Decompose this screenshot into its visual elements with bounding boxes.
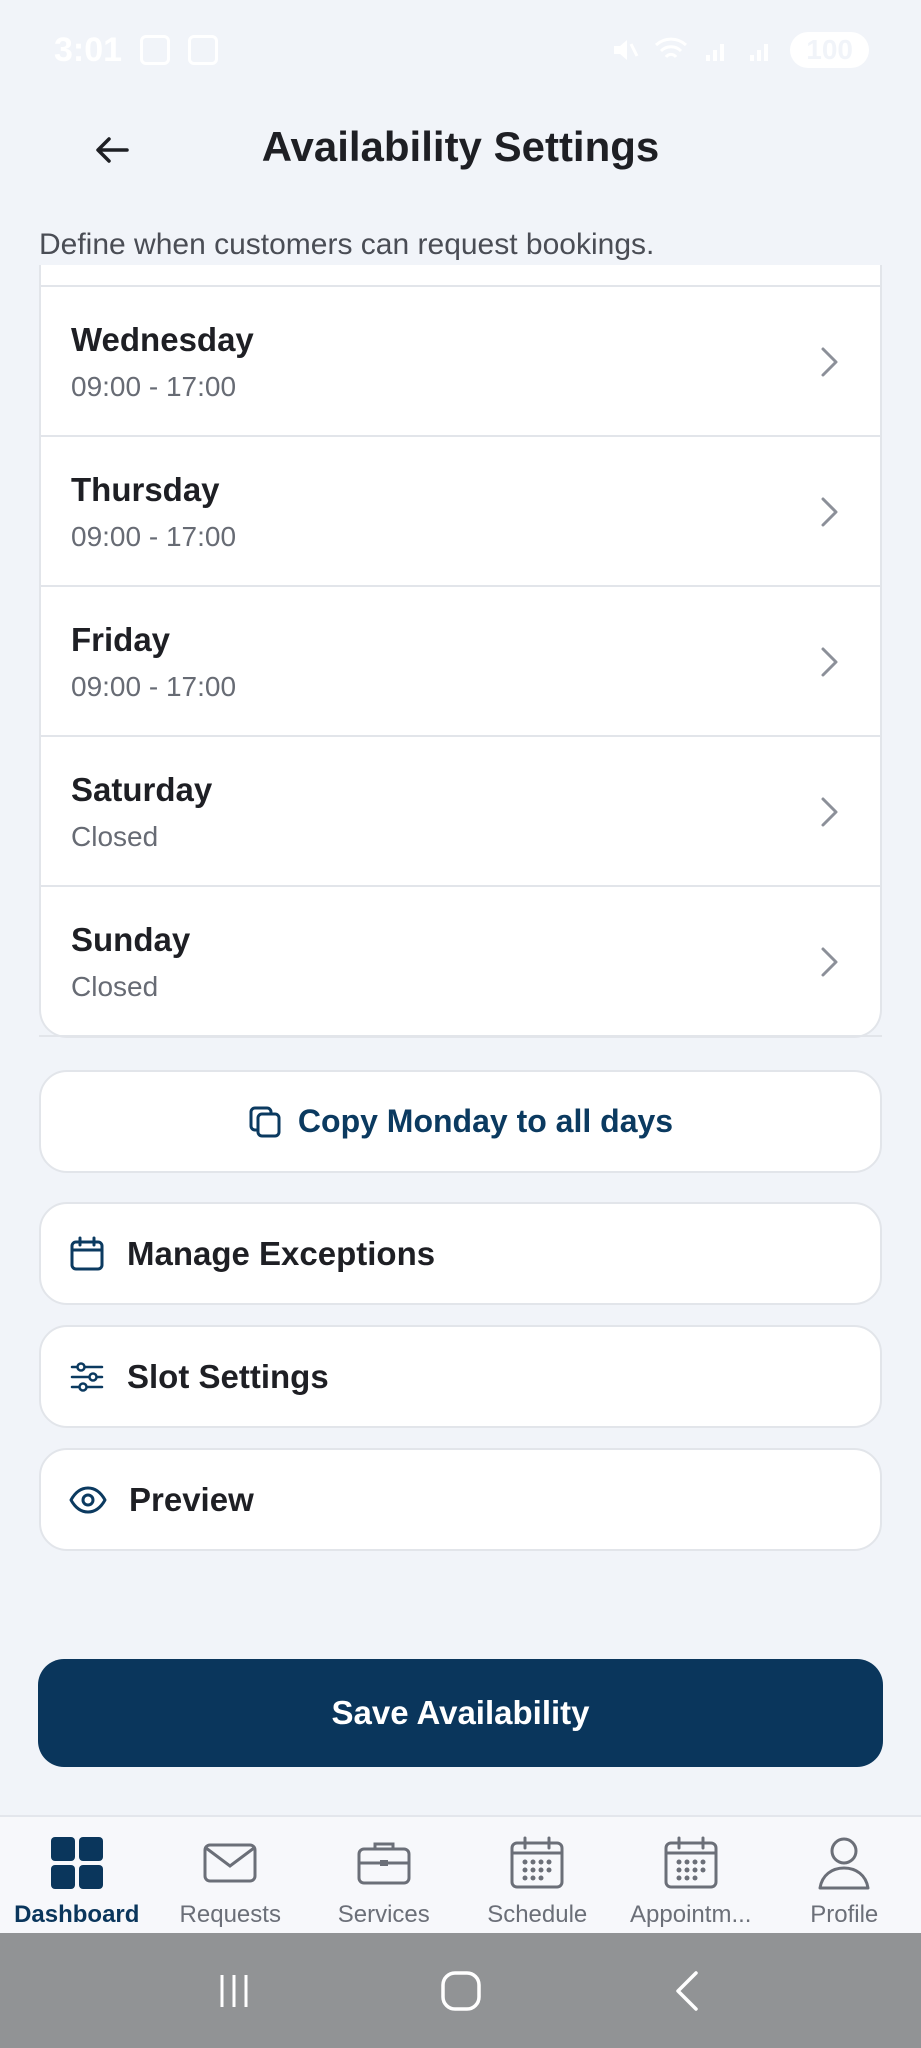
chevron-right-icon <box>821 647 838 677</box>
list-divider <box>39 1035 882 1037</box>
sliders-icon <box>70 1361 104 1392</box>
chevron-right-icon <box>821 347 838 377</box>
nav-requests[interactable]: Requests <box>154 1817 308 1933</box>
nav-label: Profile <box>810 1901 879 1928</box>
day-hours: 09:00 - 17:00 <box>71 671 237 702</box>
day-row-sunday[interactable]: Sunday Closed <box>41 885 880 1035</box>
status-left: 3:01 <box>54 30 219 70</box>
nav-label: Services <box>337 1901 430 1928</box>
day-row-thursday[interactable]: Thursday 09:00 - 17:00 <box>41 435 880 585</box>
recent-apps-button[interactable] <box>204 1961 264 2021</box>
dashboard-icon <box>49 1835 105 1891</box>
day-name: Thursday <box>71 471 220 508</box>
day-list: Wednesday 09:00 - 17:00 Thursday 09:00 -… <box>39 265 882 1038</box>
eye-icon <box>69 1486 107 1513</box>
nav-appointments[interactable]: Appointm... <box>614 1817 768 1933</box>
copy-monday-button[interactable]: Copy Monday to all days <box>39 1070 882 1173</box>
slot-settings-button[interactable]: Slot Settings <box>39 1325 882 1428</box>
signal-icon-2 <box>750 44 769 61</box>
home-button[interactable] <box>431 1961 491 2021</box>
manage-exceptions-label: Manage Exceptions <box>127 1234 436 1272</box>
calendar-icon <box>70 1236 104 1270</box>
status-time: 3:01 <box>54 30 123 69</box>
chevron-right-icon <box>821 947 838 977</box>
screenshot-icon <box>140 35 171 65</box>
wifi-icon <box>655 37 688 59</box>
save-availability-button[interactable]: Save Availability <box>38 1659 883 1767</box>
preview-button[interactable]: Preview <box>39 1448 882 1551</box>
calendar-icon <box>663 1835 719 1891</box>
status-bar: 3:01 100 <box>0 0 921 100</box>
bottom-nav: Dashboard Requests Services Schedule App… <box>0 1815 921 1933</box>
day-hours: 09:00 - 17:00 <box>71 371 237 402</box>
chevron-right-icon <box>821 797 838 827</box>
day-name: Friday <box>71 621 171 658</box>
day-row-wednesday[interactable]: Wednesday 09:00 - 17:00 <box>41 285 880 435</box>
system-back-button[interactable] <box>658 1961 718 2021</box>
battery-indicator: 100 <box>790 32 869 68</box>
mail-icon <box>202 1835 258 1891</box>
page-subtitle: Define when customers can request bookin… <box>39 228 655 261</box>
nav-label: Appointm... <box>630 1901 752 1928</box>
day-hours: Closed <box>71 971 159 1002</box>
copy-icon <box>249 1106 281 1137</box>
nav-label: Dashboard <box>14 1901 140 1928</box>
day-row-saturday[interactable]: Saturday Closed <box>41 735 880 885</box>
nav-services[interactable]: Services <box>307 1817 461 1933</box>
home-icon <box>440 1970 481 2011</box>
chevron-left-icon <box>675 1970 698 2011</box>
header: Availability Settings <box>0 105 921 195</box>
mute-icon <box>614 40 639 60</box>
person-icon <box>816 1835 872 1891</box>
mail-notification-icon <box>188 35 219 65</box>
system-nav-bar <box>0 1933 921 2048</box>
manage-exceptions-button[interactable]: Manage Exceptions <box>39 1202 882 1305</box>
day-hours: 09:00 - 17:00 <box>71 521 237 552</box>
page-title: Availability Settings <box>261 123 660 170</box>
nav-schedule[interactable]: Schedule <box>461 1817 615 1933</box>
day-hours: Closed <box>71 821 159 852</box>
briefcase-icon <box>356 1835 412 1891</box>
nav-dashboard[interactable]: Dashboard <box>0 1817 154 1933</box>
status-right: 100 <box>610 32 869 68</box>
slot-settings-label: Slot Settings <box>127 1357 329 1395</box>
day-name: Wednesday <box>71 321 254 358</box>
signal-icon <box>706 44 725 61</box>
nav-label: Requests <box>179 1901 281 1928</box>
calendar-icon <box>509 1835 565 1891</box>
preview-label: Preview <box>129 1480 254 1518</box>
recent-apps-icon <box>220 1974 247 2007</box>
nav-label: Schedule <box>487 1901 588 1928</box>
day-row-friday[interactable]: Friday 09:00 - 17:00 <box>41 585 880 735</box>
day-name: Saturday <box>71 771 213 808</box>
day-name: Sunday <box>71 921 191 958</box>
nav-profile[interactable]: Profile <box>768 1817 921 1933</box>
copy-monday-label: Copy Monday to all days <box>297 1103 674 1139</box>
chevron-right-icon <box>821 497 838 527</box>
